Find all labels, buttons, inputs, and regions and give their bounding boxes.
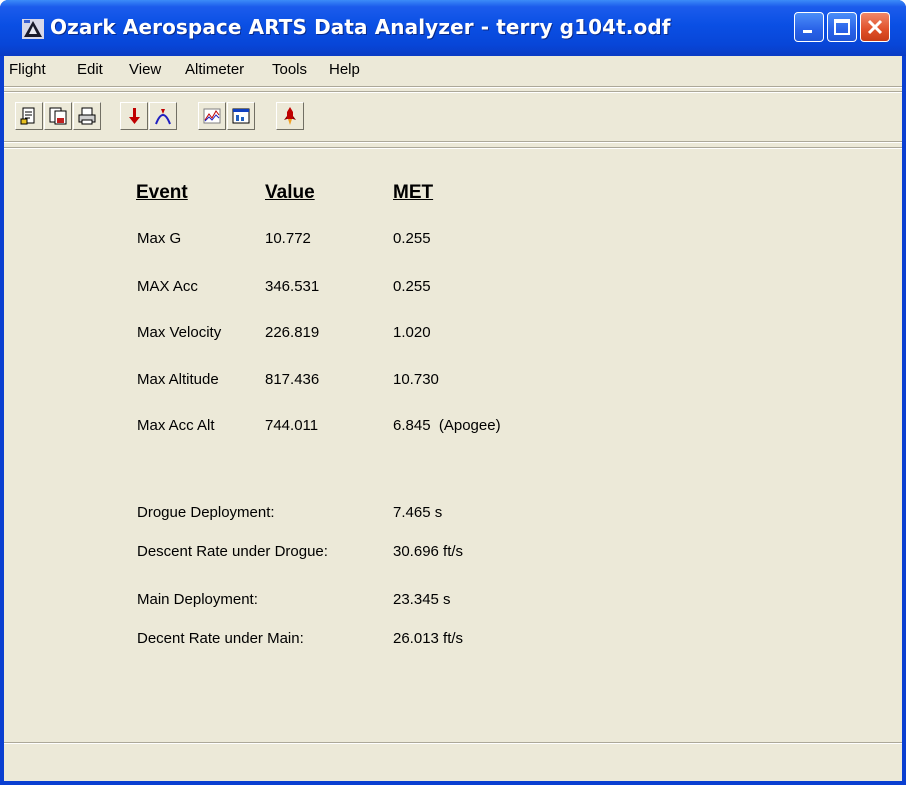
event-met: 6.845 (Apogee) [393,417,501,434]
event-met: 1.020 [393,324,431,341]
main-descent-rate-label: Decent Rate under Main: [137,630,304,647]
column-header-value: Value [265,182,315,203]
column-header-event: Event [136,182,188,203]
event-met: 10.730 [393,371,439,388]
event-label: Max G [137,230,182,247]
main-deployment-label: Main Deployment: [137,591,258,608]
drogue-deployment-label: Drogue Deployment: [137,504,275,521]
close-button[interactable] [860,12,890,42]
event-value: 226.819 [265,324,320,341]
flight-summary: Event Value MET Max G 10.772 0.255 MAX A… [4,56,902,781]
event-met: 0.255 [393,230,431,247]
drogue-descent-rate-value: 30.696 ft/s [393,543,464,560]
event-value: 10.772 [265,230,311,247]
status-bar [4,749,902,781]
maximize-icon [834,19,850,35]
event-value: 346.531 [265,278,320,295]
column-header-met: MET [393,182,434,203]
client-area: Flight Edit View Altimeter Tools Help Ev… [4,56,902,781]
status-divider [4,742,902,744]
title-bar[interactable]: Ozark Aerospace ARTS Data Analyzer - ter… [0,0,906,56]
app-window: Ozark Aerospace ARTS Data Analyzer - ter… [0,0,906,785]
main-descent-rate-value: 26.013 ft/s [393,630,464,647]
minimize-button[interactable] [794,12,824,42]
window-title: Ozark Aerospace ARTS Data Analyzer - ter… [50,15,671,39]
close-icon [867,19,883,35]
minimize-icon [803,30,812,33]
app-icon [22,19,44,39]
event-value: 817.436 [265,371,320,388]
event-label: Max Acc Alt [137,417,215,434]
drogue-deployment-value: 7.465 s [393,504,443,521]
event-label: MAX Acc [137,278,198,295]
maximize-button[interactable] [827,12,857,42]
event-met: 0.255 [393,278,431,295]
drogue-descent-rate-label: Descent Rate under Drogue: [137,543,328,560]
event-value: 744.011 [265,417,319,434]
main-deployment-value: 23.345 s [393,591,451,608]
event-label: Max Velocity [137,324,222,341]
event-label: Max Altitude [137,371,219,388]
